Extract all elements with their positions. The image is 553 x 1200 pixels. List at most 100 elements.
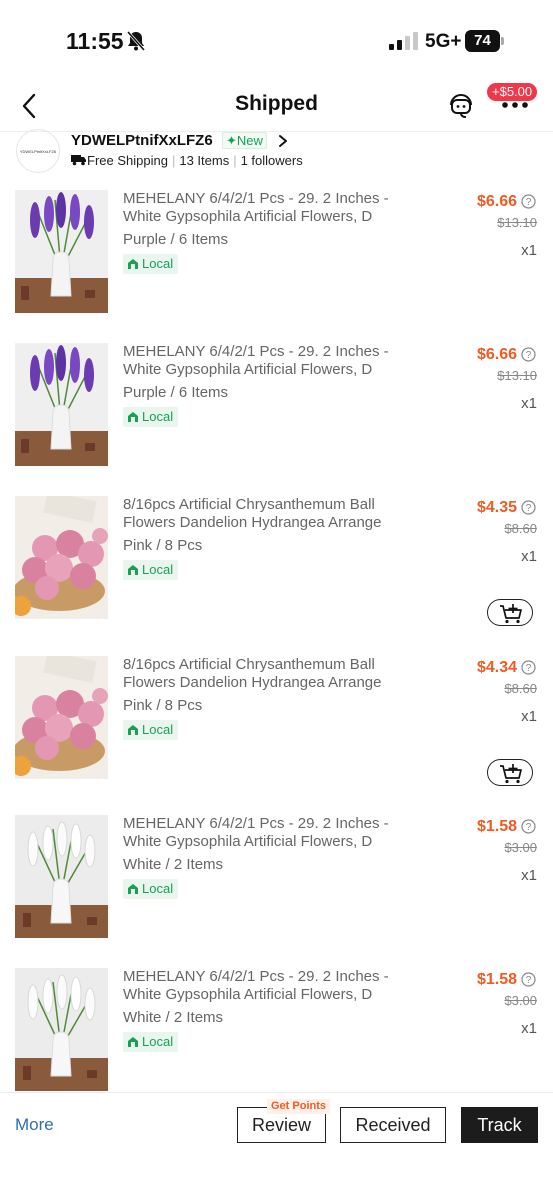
local-tag: Local <box>123 879 179 899</box>
battery-level: 74 <box>465 30 500 52</box>
product-image-purple-lavender[interactable] <box>15 190 108 313</box>
purple-lavender-vase-image <box>15 190 108 313</box>
svg-text:?: ? <box>526 663 532 674</box>
product-variant: Pink / 8 Pcs <box>123 537 203 554</box>
warehouse-icon <box>128 259 138 269</box>
local-tag-label: Local <box>142 562 174 577</box>
product-variant: Purple / 6 Items <box>123 384 229 401</box>
store-items-count: 13 Items <box>179 153 230 168</box>
local-tag-label: Local <box>142 722 174 737</box>
product-quantity: x1 <box>521 548 537 565</box>
svg-text:?: ? <box>526 197 532 208</box>
product-title[interactable]: MEHELANY 6/4/2/1 Pcs - 29. 2 Inches - Wh… <box>123 968 413 1004</box>
local-tag: Local <box>123 407 179 427</box>
pink-chrysanthemum-image <box>15 656 108 779</box>
original-price: $8.60 <box>504 681 537 696</box>
order-item[interactable]: MEHELANY 6/4/2/1 Pcs - 29. 2 Inches - Wh… <box>0 815 553 945</box>
original-price: $13.10 <box>497 368 537 383</box>
product-price: $1.58 <box>476 971 517 988</box>
local-tag-label: Local <box>142 256 174 271</box>
add-to-cart-button[interactable] <box>487 599 533 626</box>
svg-text:?: ? <box>526 503 532 514</box>
local-tag: Local <box>123 254 179 274</box>
product-quantity: x1 <box>521 395 537 412</box>
product-title[interactable]: MEHELANY 6/4/2/1 Pcs - 29. 2 Inches - Wh… <box>123 343 413 379</box>
header: Shipped +$5.00 <box>0 80 553 132</box>
battery-indicator: 74 <box>465 30 505 52</box>
store-header[interactable]: YDWELPtnifXxLFZ6 YDWELPtnifXxLFZ6 ✦New F… <box>0 127 553 175</box>
add-to-cart-button[interactable] <box>487 759 533 786</box>
truck-icon <box>71 155 86 166</box>
original-price: $3.00 <box>504 840 537 855</box>
product-price: $1.58 <box>476 818 517 835</box>
svg-text:?: ? <box>526 975 532 986</box>
order-item[interactable]: MEHELANY 6/4/2/1 Pcs - 29. 2 Inches - Wh… <box>0 343 553 473</box>
store-meta: Free Shipping | 13 Items | 1 followers <box>87 153 303 168</box>
cart-plus-icon <box>500 604 522 624</box>
get-points-badge: Get Points <box>267 1099 331 1114</box>
warehouse-icon <box>128 565 138 575</box>
signal-icon <box>389 32 418 50</box>
received-button[interactable]: Received <box>340 1107 446 1143</box>
order-item[interactable]: 8/16pcs Artificial Chrysanthemum Ball Fl… <box>0 496 553 626</box>
local-tag-label: Local <box>142 1034 174 1049</box>
product-title[interactable]: MEHELANY 6/4/2/1 Pcs - 29. 2 Inches - Wh… <box>123 190 413 226</box>
help-circle-icon[interactable]: ? <box>521 819 536 834</box>
product-price: $6.66 <box>476 193 517 210</box>
store-name[interactable]: YDWELPtnifXxLFZ6 <box>71 132 213 149</box>
store-logo[interactable]: YDWELPtnifXxLFZ6 <box>16 129 60 173</box>
product-title[interactable]: MEHELANY 6/4/2/1 Pcs - 29. 2 Inches - Wh… <box>123 815 413 851</box>
product-quantity: x1 <box>521 242 537 259</box>
local-tag: Local <box>123 560 179 580</box>
bottom-action-bar: More Review Get Points Received Track <box>0 1092 553 1200</box>
status-time: 11:55 <box>66 28 124 54</box>
product-image-pink-chrysanthemum[interactable] <box>15 496 108 619</box>
warehouse-icon <box>128 725 138 735</box>
product-quantity: x1 <box>521 867 537 884</box>
warehouse-icon <box>128 884 138 894</box>
help-circle-icon[interactable]: ? <box>521 660 536 675</box>
order-item[interactable]: MEHELANY 6/4/2/1 Pcs - 29. 2 Inches - Wh… <box>0 968 553 1098</box>
more-link[interactable]: More <box>15 1115 54 1135</box>
svg-text:?: ? <box>526 350 532 361</box>
local-tag: Local <box>123 1032 179 1052</box>
product-title[interactable]: 8/16pcs Artificial Chrysanthemum Ball Fl… <box>123 496 413 532</box>
purple-lavender-vase-image <box>15 343 108 466</box>
cart-plus-icon <box>500 764 522 784</box>
network-label: 5G+ <box>425 31 462 52</box>
new-badge: ✦New <box>222 132 267 149</box>
product-variant: Purple / 6 Items <box>123 231 229 248</box>
product-price: $6.66 <box>476 346 517 363</box>
battery-tip <box>501 37 504 45</box>
svg-text:?: ? <box>526 822 532 833</box>
original-price: $13.10 <box>497 215 537 230</box>
product-variant: Pink / 8 Pcs <box>123 697 203 714</box>
help-circle-icon[interactable]: ? <box>521 972 536 987</box>
product-image-pink-chrysanthemum[interactable] <box>15 656 108 779</box>
warehouse-icon <box>128 1037 138 1047</box>
help-circle-icon[interactable]: ? <box>521 194 536 209</box>
product-variant: White / 2 Items <box>123 1009 224 1026</box>
chevron-right-icon[interactable] <box>277 134 289 148</box>
warehouse-icon <box>128 412 138 422</box>
new-badge-label: New <box>236 133 263 148</box>
pink-chrysanthemum-image <box>15 496 108 619</box>
product-image-purple-lavender[interactable] <box>15 343 108 466</box>
product-title[interactable]: 8/16pcs Artificial Chrysanthemum Ball Fl… <box>123 656 413 692</box>
local-tag-label: Local <box>142 409 174 424</box>
help-circle-icon[interactable]: ? <box>521 500 536 515</box>
order-item[interactable]: MEHELANY 6/4/2/1 Pcs - 29. 2 Inches - Wh… <box>0 190 553 320</box>
product-image-white-lavender[interactable] <box>15 815 108 938</box>
customer-support-icon[interactable] <box>446 90 476 120</box>
product-price: $4.34 <box>476 659 517 676</box>
original-price: $8.60 <box>504 521 537 536</box>
white-lavender-vase-image <box>15 815 108 938</box>
product-image-white-lavender[interactable] <box>15 968 108 1091</box>
local-tag-label: Local <box>142 881 174 896</box>
product-quantity: x1 <box>521 1020 537 1037</box>
help-circle-icon[interactable]: ? <box>521 347 536 362</box>
more-dots-icon[interactable] <box>500 98 530 112</box>
track-button[interactable]: Track <box>461 1107 538 1143</box>
product-quantity: x1 <box>521 708 537 725</box>
order-item[interactable]: 8/16pcs Artificial Chrysanthemum Ball Fl… <box>0 656 553 786</box>
